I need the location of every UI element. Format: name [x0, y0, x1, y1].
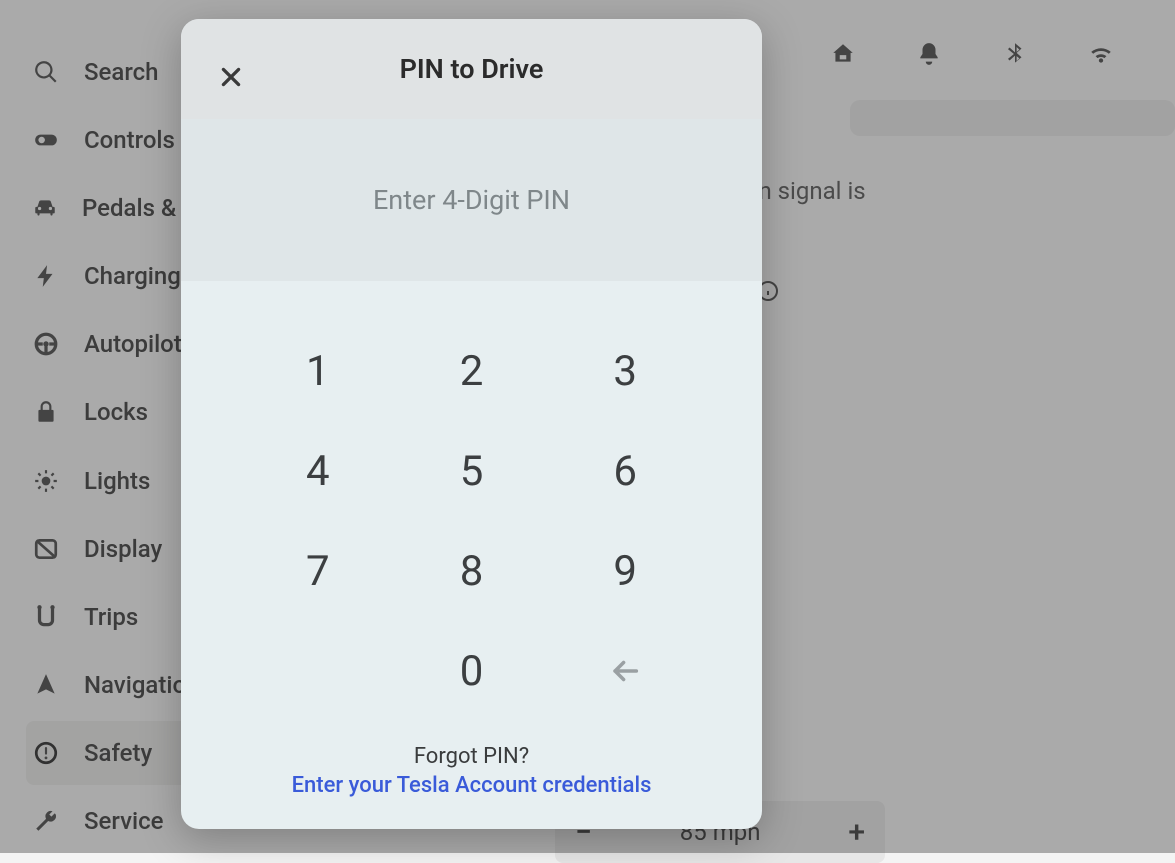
keypad-7[interactable]: 7: [241, 521, 395, 621]
pin-placeholder: Enter 4-Digit PIN: [373, 184, 570, 216]
keypad-1[interactable]: 1: [241, 321, 395, 421]
pin-to-drive-modal: PIN to Drive Enter 4-Digit PIN 1 2 3 4 5…: [181, 19, 762, 829]
pin-entry-display: Enter 4-Digit PIN: [181, 119, 762, 281]
modal-title: PIN to Drive: [400, 53, 544, 85]
keypad-5[interactable]: 5: [395, 421, 549, 521]
modal-footer: Forgot PIN? Enter your Tesla Account cre…: [181, 742, 762, 801]
tesla-account-link[interactable]: Enter your Tesla Account credentials: [181, 771, 762, 801]
close-button[interactable]: [213, 59, 249, 95]
keypad-0[interactable]: 0: [395, 621, 549, 721]
forgot-pin-label: Forgot PIN?: [181, 742, 762, 772]
keypad-9[interactable]: 9: [548, 521, 702, 621]
keypad-2[interactable]: 2: [395, 321, 549, 421]
keypad-4[interactable]: 4: [241, 421, 395, 521]
modal-header: PIN to Drive: [181, 19, 762, 119]
keypad-8[interactable]: 8: [395, 521, 549, 621]
keypad-3[interactable]: 3: [548, 321, 702, 421]
keypad: 1 2 3 4 5 6 7 8 9 0: [181, 281, 762, 721]
keypad-backspace[interactable]: [548, 621, 702, 721]
keypad-empty: [241, 621, 395, 721]
keypad-6[interactable]: 6: [548, 421, 702, 521]
